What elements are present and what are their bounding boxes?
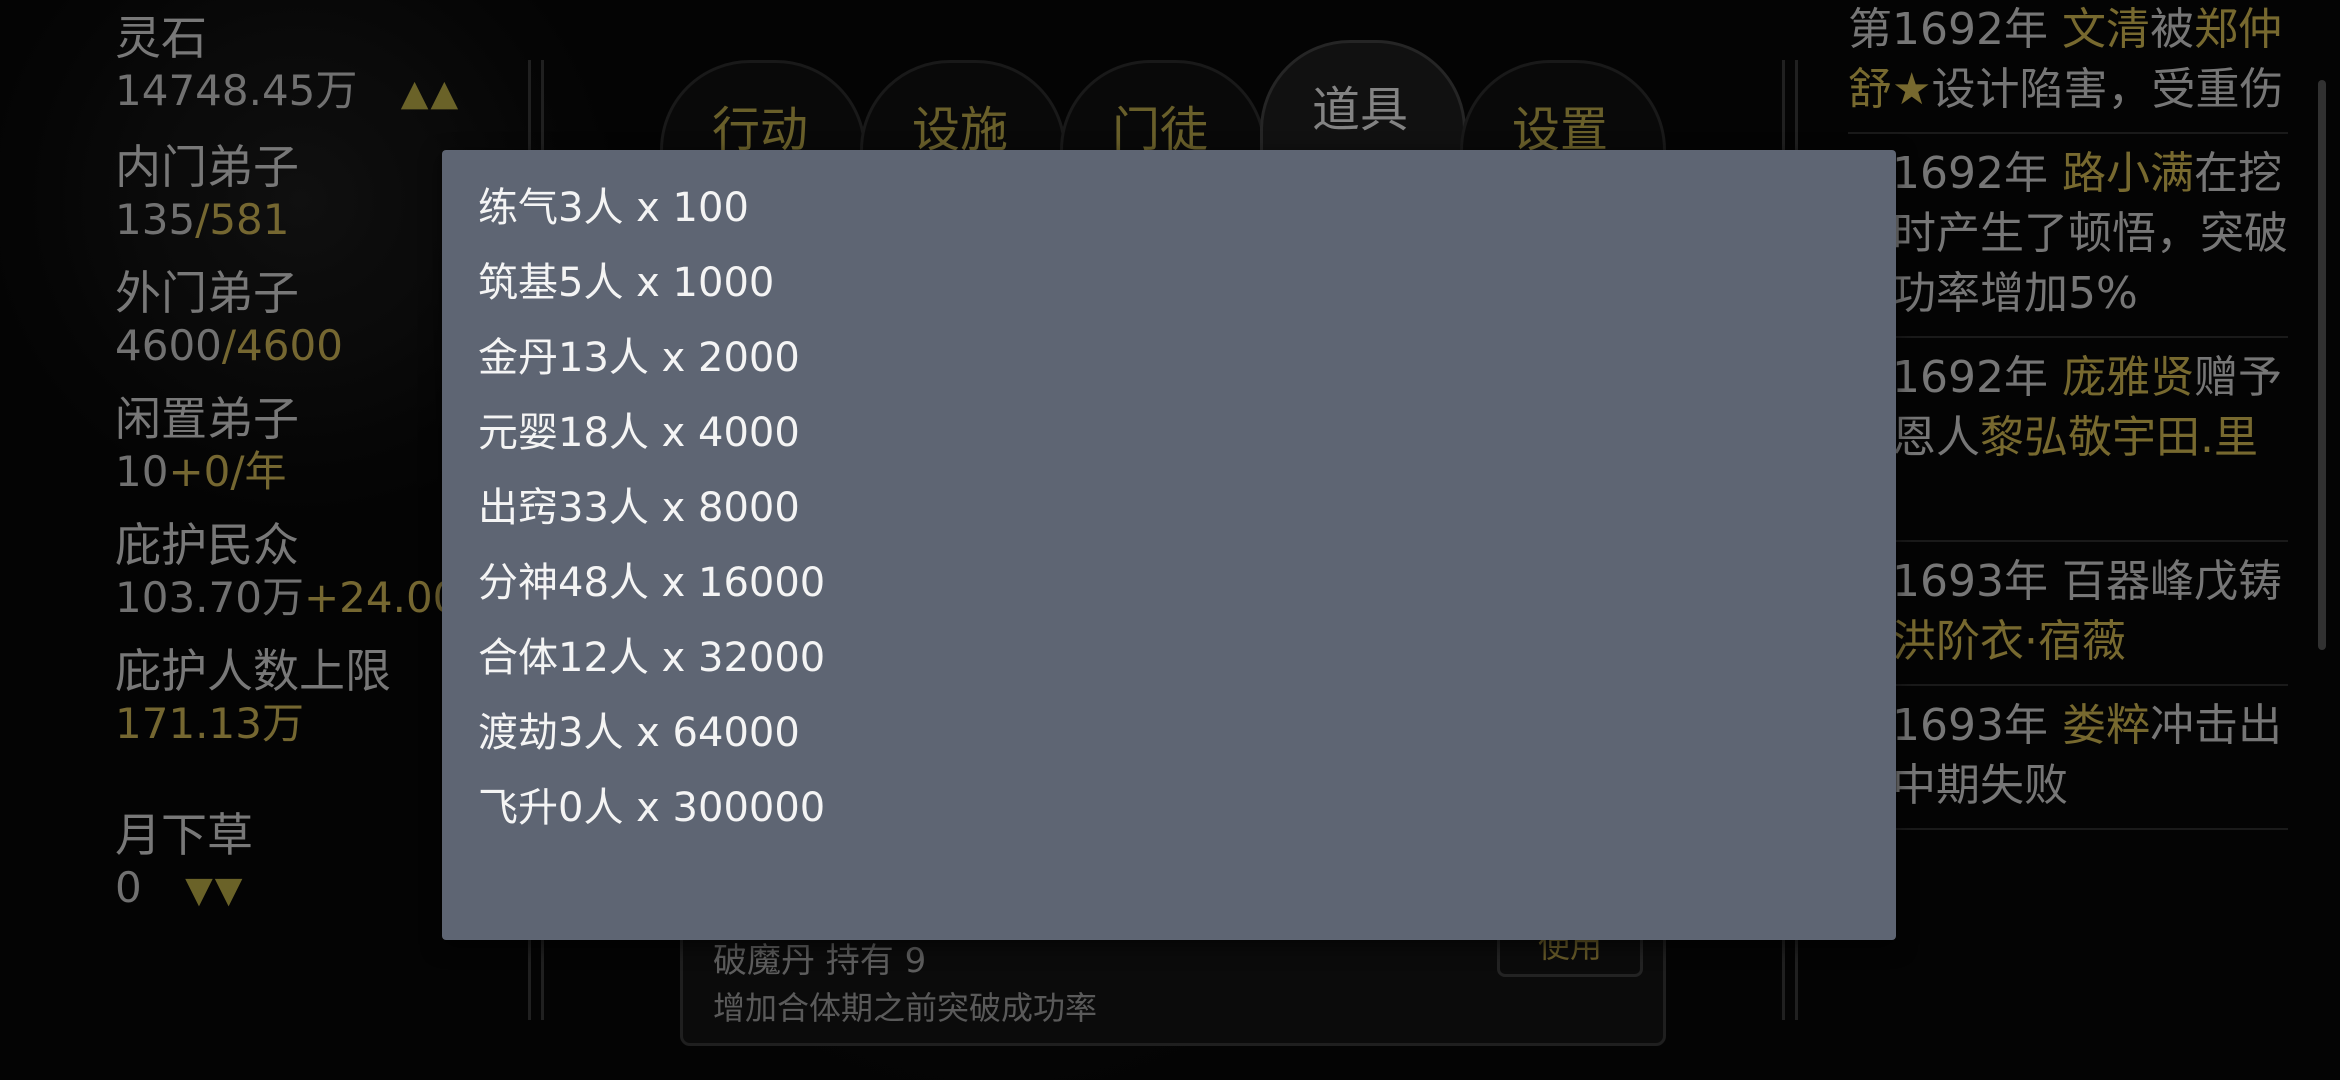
realm-row: 渡劫3人 x 64000 bbox=[478, 710, 800, 756]
realm-row: 出窍33人 x 8000 bbox=[478, 485, 800, 531]
realm-row: 筑基5人 x 1000 bbox=[478, 260, 775, 306]
realm-row: 飞升0人 x 300000 bbox=[478, 785, 826, 831]
realm-row: 练气3人 x 100 bbox=[478, 185, 749, 231]
realm-row: 分神48人 x 16000 bbox=[478, 560, 826, 606]
realm-row: 金丹13人 x 2000 bbox=[478, 335, 800, 381]
realm-breakdown-dialog: 练气3人 x 100 筑基5人 x 1000 金丹13人 x 2000 元婴18… bbox=[442, 150, 1896, 940]
realm-row: 元婴18人 x 4000 bbox=[478, 410, 800, 456]
realm-row: 合体12人 x 32000 bbox=[478, 635, 826, 681]
